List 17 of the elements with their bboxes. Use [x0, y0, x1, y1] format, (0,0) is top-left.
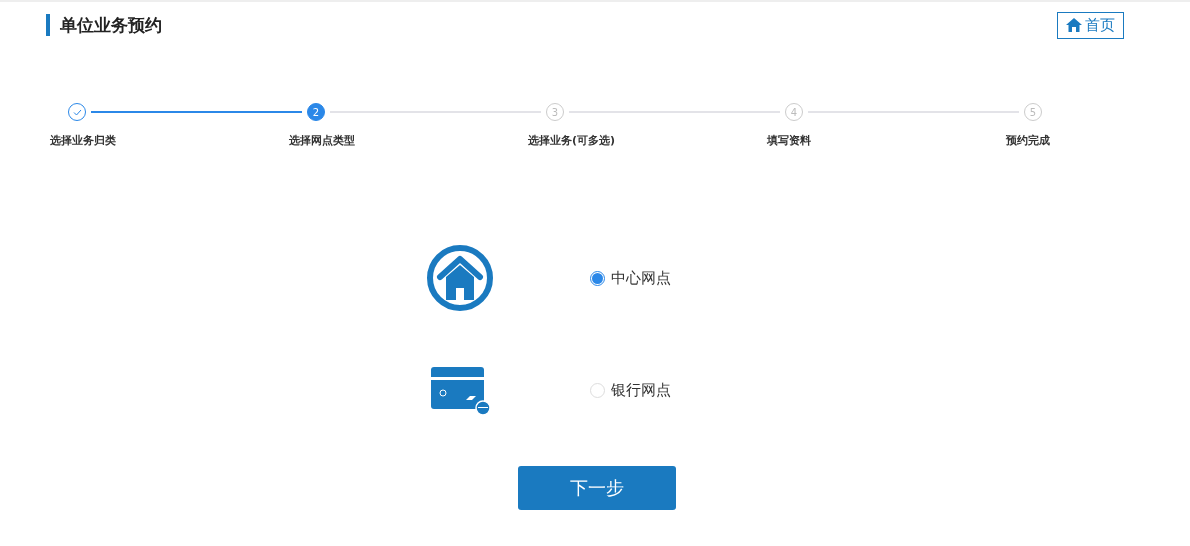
check-icon [72, 108, 82, 116]
step-label: 选择业务(可多选) [528, 133, 616, 148]
next-step-button[interactable]: 下一步 [518, 466, 676, 510]
home-button[interactable]: 首页 [1057, 11, 1124, 39]
step-label: 选择网点类型 [289, 133, 355, 148]
house-icon [426, 244, 494, 312]
step-marker: 4 [785, 103, 803, 121]
step-label: 选择业务归类 [50, 133, 116, 148]
page-title: 单位业务预约 [46, 14, 162, 36]
radio-option[interactable]: 中心网点 [590, 268, 671, 288]
step-marker: 2 [307, 103, 325, 121]
step-marker: 5 [1024, 103, 1042, 121]
step-label: 预约完成 [1006, 133, 1050, 148]
home-icon [1066, 18, 1082, 32]
step-label: 填写资料 [767, 133, 811, 148]
step-marker: 3 [546, 103, 564, 121]
radio-option[interactable]: 银行网点 [590, 380, 671, 400]
